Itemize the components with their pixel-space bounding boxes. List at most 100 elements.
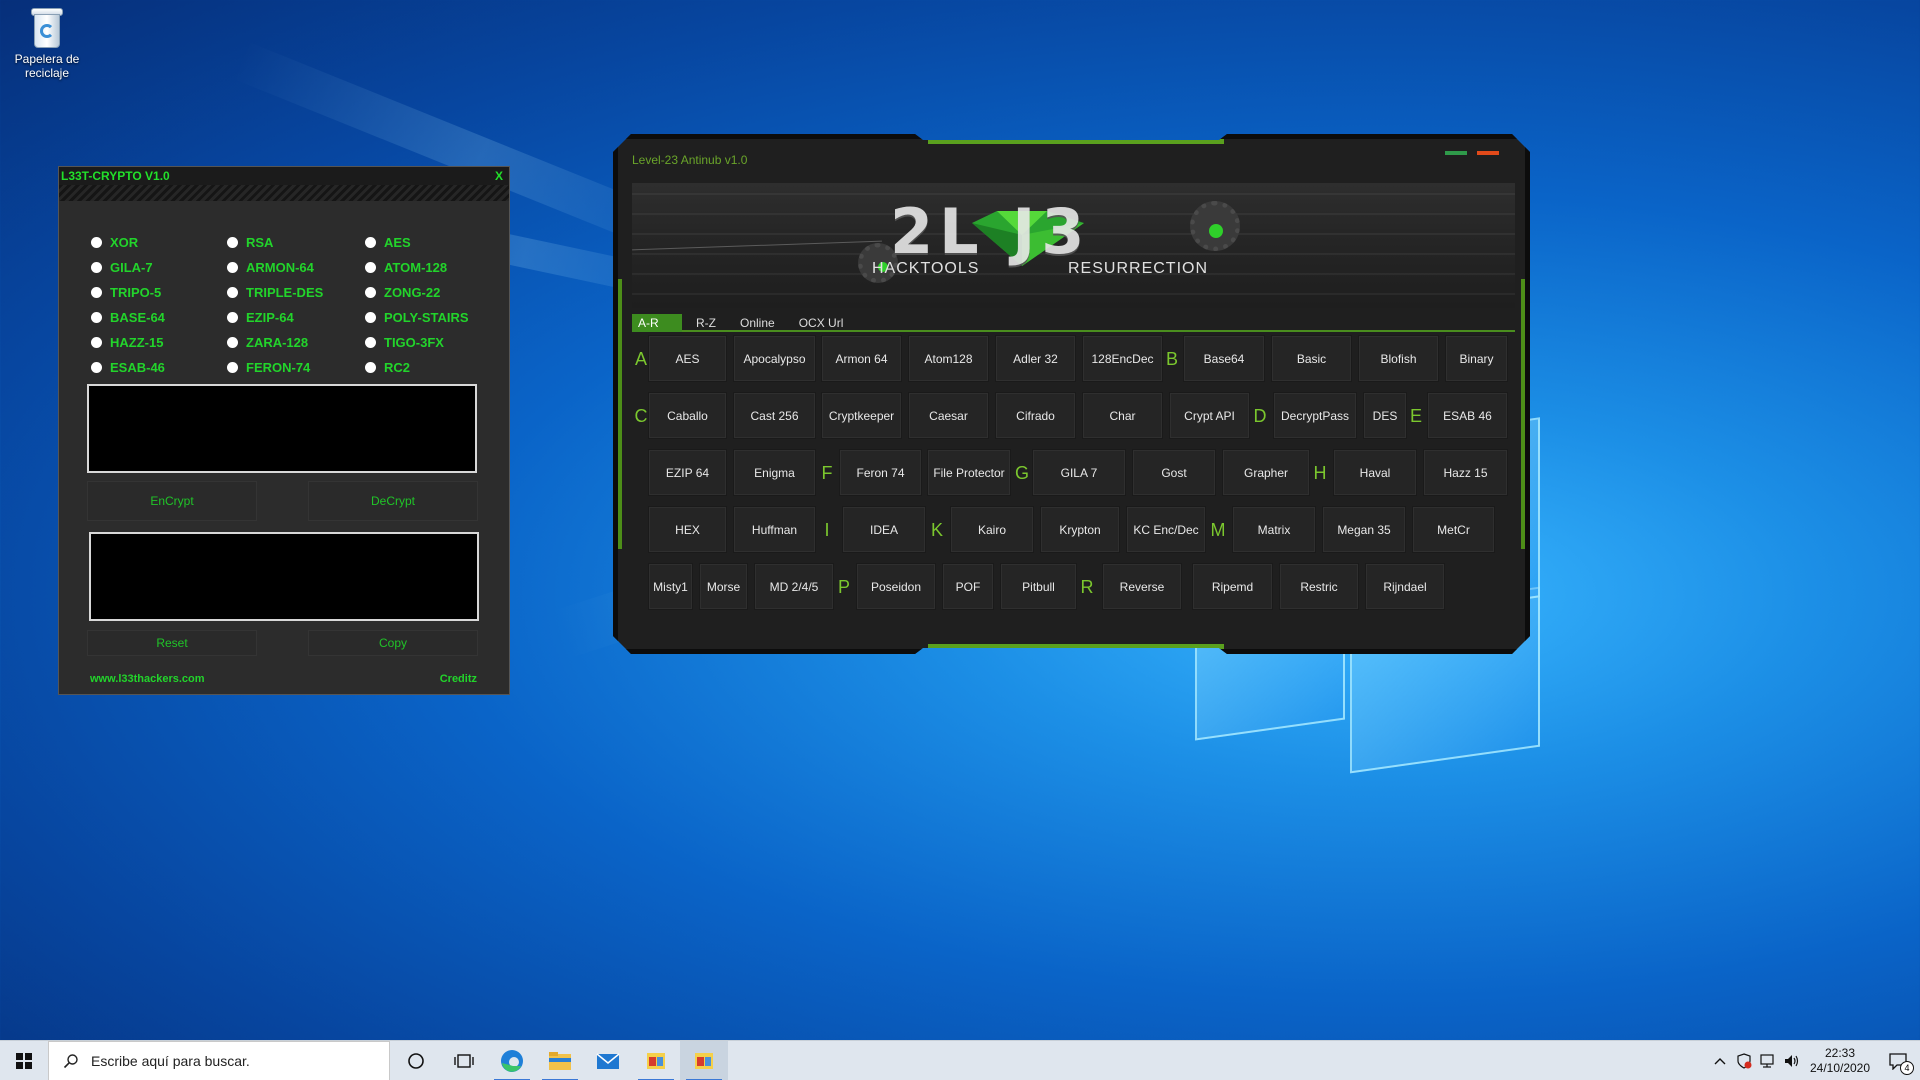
- tool-button[interactable]: Krypton: [1040, 506, 1120, 553]
- tool-button[interactable]: GILA 7: [1032, 449, 1126, 496]
- file-explorer-button[interactable]: [536, 1041, 584, 1080]
- app-window-button[interactable]: [680, 1040, 728, 1080]
- radio-option[interactable]: ATOM-128: [365, 259, 491, 276]
- app-window-button[interactable]: [632, 1041, 680, 1080]
- tool-button[interactable]: 128EncDec: [1082, 335, 1163, 382]
- input-textarea[interactable]: [87, 384, 477, 473]
- tool-button[interactable]: HEX: [648, 506, 727, 553]
- radio-option[interactable]: TIGO-3FX: [365, 334, 491, 351]
- tab-a-r[interactable]: A-R: [632, 314, 682, 332]
- radio-option[interactable]: AES: [365, 234, 491, 251]
- taskbar-clock[interactable]: 22:33 24/10/2020: [1804, 1046, 1876, 1076]
- tool-button[interactable]: Reverse: [1102, 563, 1182, 610]
- tool-button[interactable]: Hazz 15: [1423, 449, 1508, 496]
- radio-option[interactable]: EZIP-64: [227, 309, 365, 326]
- tool-button[interactable]: Basic: [1271, 335, 1352, 382]
- tool-button[interactable]: IDEA: [842, 506, 926, 553]
- tool-button[interactable]: MD 2/4/5: [754, 563, 834, 610]
- radio-option[interactable]: RSA: [227, 234, 365, 251]
- tool-button[interactable]: Cryptkeeper: [821, 392, 902, 439]
- tool-button[interactable]: File Protector: [927, 449, 1011, 496]
- radio-option[interactable]: POLY-STAIRS: [365, 309, 491, 326]
- mail-button[interactable]: [584, 1041, 632, 1080]
- tool-button[interactable]: Haval: [1333, 449, 1417, 496]
- show-hidden-icons-button[interactable]: [1708, 1041, 1732, 1080]
- radio-option[interactable]: XOR: [91, 234, 227, 251]
- radio-label: ZONG-22: [384, 285, 441, 300]
- radio-option[interactable]: FERON-74: [227, 359, 365, 376]
- radio-option[interactable]: HAZZ-15: [91, 334, 227, 351]
- minimize-button[interactable]: [1445, 151, 1467, 155]
- tool-button[interactable]: Huffman: [733, 506, 816, 553]
- tab-online[interactable]: Online: [734, 314, 781, 332]
- tool-button[interactable]: AES: [648, 335, 727, 382]
- tool-button[interactable]: Base64: [1183, 335, 1265, 382]
- tool-button[interactable]: Caesar: [908, 392, 989, 439]
- tool-button[interactable]: Armon 64: [821, 335, 902, 382]
- tool-button[interactable]: Adler 32: [995, 335, 1076, 382]
- radio-option[interactable]: TRIPO-5: [91, 284, 227, 301]
- network-tray-button[interactable]: [1756, 1041, 1780, 1080]
- tool-button[interactable]: Misty1: [648, 563, 693, 610]
- tool-button[interactable]: EZIP 64: [648, 449, 727, 496]
- website-link[interactable]: www.l33thackers.com: [90, 673, 205, 685]
- tool-button[interactable]: Ripemd: [1192, 563, 1273, 610]
- radio-option[interactable]: TRIPLE-DES: [227, 284, 365, 301]
- tool-button[interactable]: Apocalypso: [733, 335, 816, 382]
- tool-button[interactable]: Rijndael: [1365, 563, 1445, 610]
- tab-r-z[interactable]: R-Z: [690, 314, 722, 332]
- tool-button[interactable]: ESAB 46: [1427, 392, 1508, 439]
- tool-button[interactable]: Crypt API: [1169, 392, 1250, 439]
- radio-option[interactable]: ZARA-128: [227, 334, 365, 351]
- security-tray-button[interactable]: [1732, 1041, 1756, 1080]
- tool-button[interactable]: Morse: [699, 563, 748, 610]
- tool-button[interactable]: Enigma: [733, 449, 816, 496]
- radio-option[interactable]: ESAB-46: [91, 359, 227, 376]
- radio-label: POLY-STAIRS: [384, 310, 469, 325]
- tool-button[interactable]: Char: [1082, 392, 1163, 439]
- tool-button[interactable]: Kairo: [950, 506, 1034, 553]
- task-view-button[interactable]: [440, 1041, 488, 1080]
- output-textarea[interactable]: [89, 532, 479, 621]
- tool-button[interactable]: Cifrado: [995, 392, 1076, 439]
- radio-option[interactable]: RC2: [365, 359, 491, 376]
- tool-button[interactable]: Gost: [1132, 449, 1216, 496]
- copy-button[interactable]: Copy: [308, 630, 478, 656]
- radio-option[interactable]: GILA-7: [91, 259, 227, 276]
- radio-option[interactable]: ZONG-22: [365, 284, 491, 301]
- tool-button[interactable]: Grapher: [1222, 449, 1310, 496]
- reset-button[interactable]: Reset: [87, 630, 257, 656]
- cortana-button[interactable]: [392, 1041, 440, 1080]
- tool-button[interactable]: DecryptPass: [1273, 392, 1357, 439]
- tool-button[interactable]: Restric: [1279, 563, 1359, 610]
- tool-button-grid: A AES Apocalypso Armon 64 Atom128 Adler …: [632, 335, 1522, 635]
- tool-button[interactable]: MetCr: [1412, 506, 1495, 553]
- tool-button[interactable]: KC Enc/Dec: [1126, 506, 1206, 553]
- tool-button[interactable]: DES: [1363, 392, 1407, 439]
- tool-button[interactable]: POF: [942, 563, 994, 610]
- decrypt-button[interactable]: DeCrypt: [308, 481, 478, 521]
- tool-button[interactable]: Blofish: [1358, 335, 1439, 382]
- volume-tray-button[interactable]: [1780, 1041, 1804, 1080]
- notifications-button[interactable]: 4: [1876, 1041, 1920, 1080]
- radio-option[interactable]: ARMON-64: [227, 259, 365, 276]
- start-button[interactable]: [0, 1041, 48, 1080]
- encrypt-button[interactable]: EnCrypt: [87, 481, 257, 521]
- tool-button[interactable]: Atom128: [908, 335, 989, 382]
- tool-button[interactable]: Caballo: [648, 392, 727, 439]
- crypto-close-button[interactable]: X: [495, 169, 503, 183]
- credits-link[interactable]: Creditz: [440, 673, 477, 685]
- tool-button[interactable]: Megan 35: [1322, 506, 1406, 553]
- close-button[interactable]: [1477, 151, 1499, 155]
- tool-button[interactable]: Cast 256: [733, 392, 816, 439]
- tool-button[interactable]: Feron 74: [839, 449, 922, 496]
- radio-option[interactable]: BASE-64: [91, 309, 227, 326]
- tool-button[interactable]: Poseidon: [856, 563, 936, 610]
- tool-button[interactable]: Pitbull: [1000, 563, 1077, 610]
- taskbar-search-box[interactable]: Escribe aquí para buscar.: [48, 1040, 390, 1080]
- tab-ocx-url[interactable]: OCX Url: [793, 314, 850, 332]
- tool-button[interactable]: Matrix: [1232, 506, 1316, 553]
- edge-browser-button[interactable]: [488, 1041, 536, 1080]
- recycle-bin-desktop-icon[interactable]: Papelera de reciclaje: [14, 8, 80, 80]
- tool-button[interactable]: Binary: [1445, 335, 1508, 382]
